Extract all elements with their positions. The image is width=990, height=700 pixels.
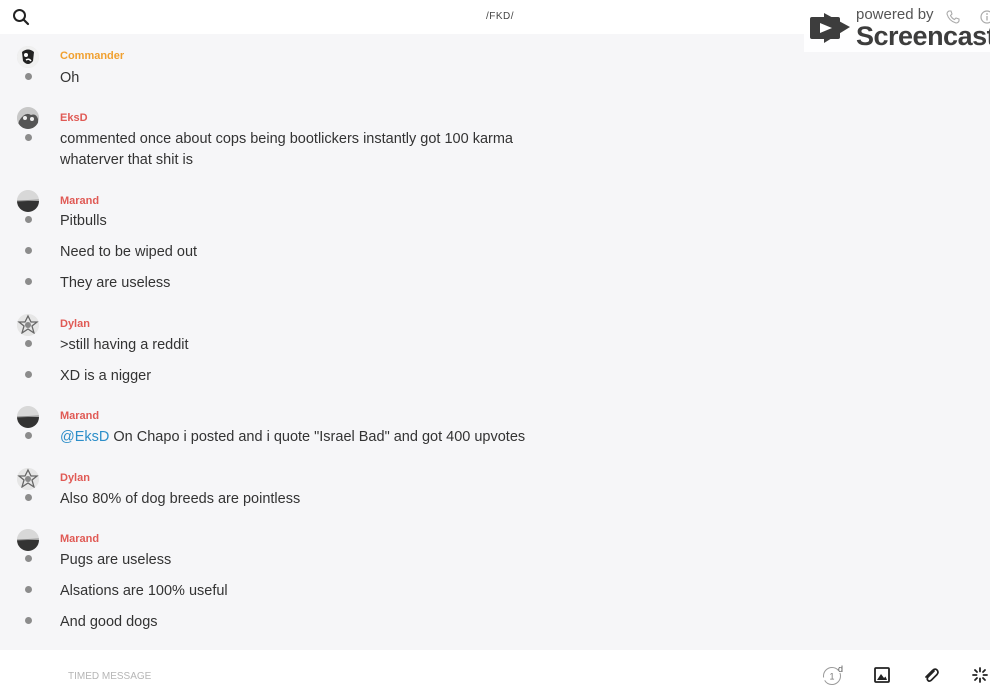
avatar[interactable]: [17, 468, 39, 490]
bullet-dot: [25, 247, 32, 254]
author-name[interactable]: Marand: [60, 195, 99, 207]
message-text: >still having a reddit: [60, 337, 189, 353]
message-text: And good dogs: [60, 614, 158, 630]
bullet-dot: [25, 73, 32, 80]
info-icon[interactable]: [980, 10, 990, 24]
avatar[interactable]: [17, 107, 39, 129]
avatar[interactable]: [17, 46, 39, 68]
timer-unit: d: [838, 664, 844, 674]
bullet-dot: [25, 586, 32, 593]
message-text: XD is a nigger: [60, 368, 152, 384]
timer-value: 1: [829, 672, 834, 682]
bullet-dot: [25, 278, 32, 285]
author-name[interactable]: Marand: [60, 533, 99, 545]
bullet-dot: [25, 216, 32, 223]
message-text: @EksD On Chapo i posted and i quote "Isr…: [60, 427, 530, 448]
screencastify-watermark: powered by Screencastify: [804, 2, 990, 52]
bullet-dot: [25, 432, 32, 439]
message-text: They are useless: [60, 275, 171, 291]
bullet-dot: [25, 555, 32, 562]
bullet-dot: [25, 340, 32, 347]
avatar[interactable]: [17, 314, 39, 336]
message-line: And good dogs: [0, 612, 990, 632]
message-line: >still having a reddit: [0, 335, 990, 355]
author-name[interactable]: Commander: [60, 50, 124, 62]
message-line: Also 80% of dog breeds are pointless: [0, 489, 990, 509]
avatar[interactable]: [17, 406, 39, 428]
message-line: Pitbulls: [0, 211, 990, 231]
message-text: Need to be wiped out: [60, 244, 198, 260]
message-text: Alsations are 100% useful: [60, 583, 228, 599]
message-line: Alsations are 100% useful: [0, 581, 990, 601]
message-text: Also 80% of dog breeds are pointless: [60, 491, 301, 507]
author-name[interactable]: Marand: [60, 410, 99, 422]
screencastify-logo-icon: [810, 13, 850, 43]
message-line: Oh: [0, 68, 990, 88]
message-text-body: On Chapo i posted and i quote "Israel Ba…: [109, 429, 526, 445]
image-icon[interactable]: [873, 666, 891, 684]
avatar[interactable]: [17, 190, 39, 212]
phone-icon[interactable]: [946, 10, 960, 24]
message-line: Pugs are useless: [0, 550, 990, 570]
brand-label: Screencastify: [856, 21, 990, 51]
message-text: commented once about cops being bootlick…: [60, 131, 513, 168]
message-text: Pugs are useless: [60, 552, 172, 568]
message-input[interactable]: [66, 667, 370, 685]
message-line: They are useless: [0, 273, 990, 293]
message-line: @EksD On Chapo i posted and i quote "Isr…: [0, 427, 990, 447]
bullet-dot: [25, 617, 32, 624]
author-name[interactable]: EksD: [60, 112, 88, 124]
message-line: Need to be wiped out: [0, 242, 990, 262]
message-text: Pitbulls: [60, 213, 107, 229]
message-line: commented once about cops being bootlick…: [0, 129, 990, 171]
sparkle-icon[interactable]: [971, 666, 989, 684]
author-name[interactable]: Dylan: [60, 472, 90, 484]
bullet-dot: [25, 371, 32, 378]
message-text: Oh: [60, 70, 80, 86]
user-mention[interactable]: @EksD: [60, 429, 109, 445]
author-name[interactable]: Dylan: [60, 318, 90, 330]
bullet-dot: [25, 134, 32, 141]
bullet-dot: [25, 494, 32, 501]
avatar[interactable]: [17, 529, 39, 551]
message-line: XD is a nigger: [0, 366, 990, 386]
paperclip-icon[interactable]: [922, 666, 940, 684]
